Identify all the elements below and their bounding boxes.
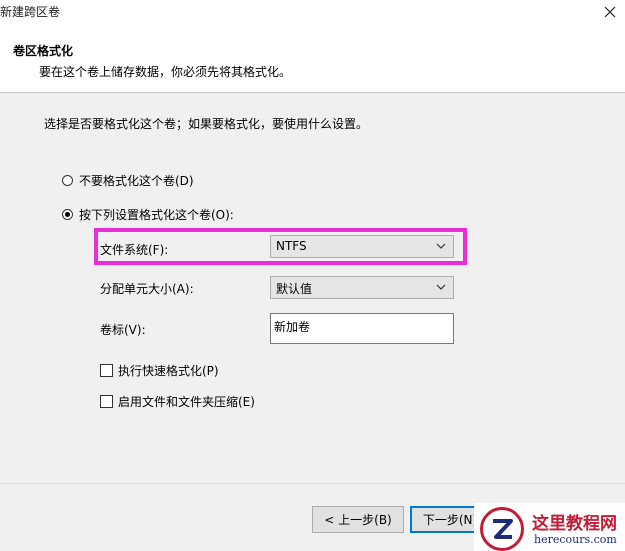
file-system-label: 文件系统(F): xyxy=(100,243,169,257)
z-logo-icon xyxy=(493,519,513,539)
volume-label-input[interactable]: 新加卷 xyxy=(270,313,454,344)
watermark-logo-icon xyxy=(480,507,524,551)
radio-format[interactable]: 按下列设置格式化这个卷(O): xyxy=(62,206,234,223)
page-title: 卷区格式化 xyxy=(13,44,74,58)
file-system-select[interactable]: NTFS xyxy=(270,235,454,258)
chevron-down-icon xyxy=(436,243,446,249)
file-system-value: NTFS xyxy=(276,239,307,253)
back-button[interactable]: < 上一步(B) xyxy=(312,506,404,533)
wizard-content: 选择是否要格式化这个卷；如果要格式化，要使用什么设置。 不要格式化这个卷(D) … xyxy=(0,93,625,483)
close-icon xyxy=(604,6,616,18)
allocation-unit-label: 分配单元大小(A): xyxy=(100,282,194,296)
quick-format-option[interactable]: 执行快速格式化(P) xyxy=(100,362,219,379)
page-subtitle: 要在这个卷上储存数据，你必须先将其格式化。 xyxy=(39,65,292,79)
radio-no-format-circle[interactable] xyxy=(62,175,73,186)
radio-no-format-label: 不要格式化这个卷(D) xyxy=(79,174,194,188)
close-button[interactable] xyxy=(595,0,625,24)
watermark-url: herecours.com xyxy=(534,533,617,546)
allocation-unit-select[interactable]: 默认值 xyxy=(270,276,454,299)
chevron-down-icon xyxy=(436,284,446,290)
radio-format-circle[interactable] xyxy=(62,209,73,220)
format-prompt: 选择是否要格式化这个卷；如果要格式化，要使用什么设置。 xyxy=(44,117,369,131)
title-bar: 新建跨区卷 xyxy=(0,0,625,24)
volume-label-label: 卷标(V): xyxy=(100,323,146,337)
radio-no-format[interactable]: 不要格式化这个卷(D) xyxy=(62,172,194,189)
allocation-unit-value: 默认值 xyxy=(276,282,313,296)
watermark-title: 这里教程网 xyxy=(532,514,617,534)
volume-label-value: 新加卷 xyxy=(274,320,311,334)
watermark: 这里教程网 herecours.com xyxy=(474,503,625,551)
compression-label: 启用文件和文件夹压缩(E) xyxy=(118,395,255,409)
radio-format-label: 按下列设置格式化这个卷(O): xyxy=(79,208,234,222)
quick-format-checkbox[interactable] xyxy=(100,364,113,377)
compression-option[interactable]: 启用文件和文件夹压缩(E) xyxy=(100,393,255,410)
quick-format-label: 执行快速格式化(P) xyxy=(118,364,219,378)
window-title: 新建跨区卷 xyxy=(0,5,61,19)
wizard-header: 卷区格式化 要在这个卷上储存数据，你必须先将其格式化。 xyxy=(0,24,625,92)
compression-checkbox[interactable] xyxy=(100,395,113,408)
